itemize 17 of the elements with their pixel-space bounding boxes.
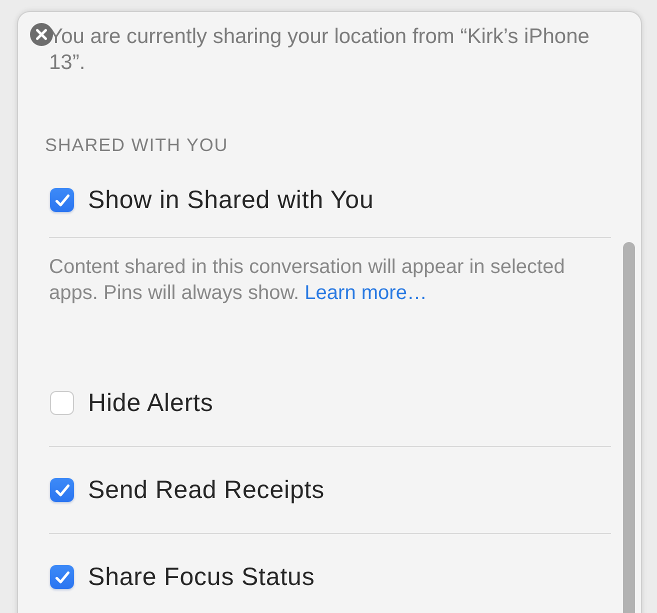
- scrollbar-thumb[interactable]: [623, 242, 635, 613]
- checkbox[interactable]: [50, 478, 74, 502]
- option-label: Share Focus Status: [88, 562, 315, 592]
- close-icon[interactable]: [30, 23, 53, 46]
- option-label: Hide Alerts: [88, 388, 214, 418]
- section-heading: SHARED WITH YOU: [45, 134, 230, 156]
- learn-more-link[interactable]: Learn more…: [304, 282, 427, 304]
- checkbox[interactable]: [50, 391, 74, 415]
- option-label: Send Read Receipts: [88, 475, 325, 505]
- location-sharing-notice: You are currently sharing your location from “Kirk’s iPhone 13”.: [49, 24, 590, 76]
- checkmark-icon: [54, 194, 70, 206]
- checkbox[interactable]: [50, 565, 74, 589]
- checkmark-icon: [54, 570, 70, 584]
- option-label: Show in Shared with You: [88, 185, 374, 215]
- description-text: Content shared in this conversation will appear in selected apps. Pins will always show. Learn more…: [49, 255, 566, 306]
- checkbox[interactable]: [50, 188, 74, 212]
- checkmark-icon: [54, 484, 70, 496]
